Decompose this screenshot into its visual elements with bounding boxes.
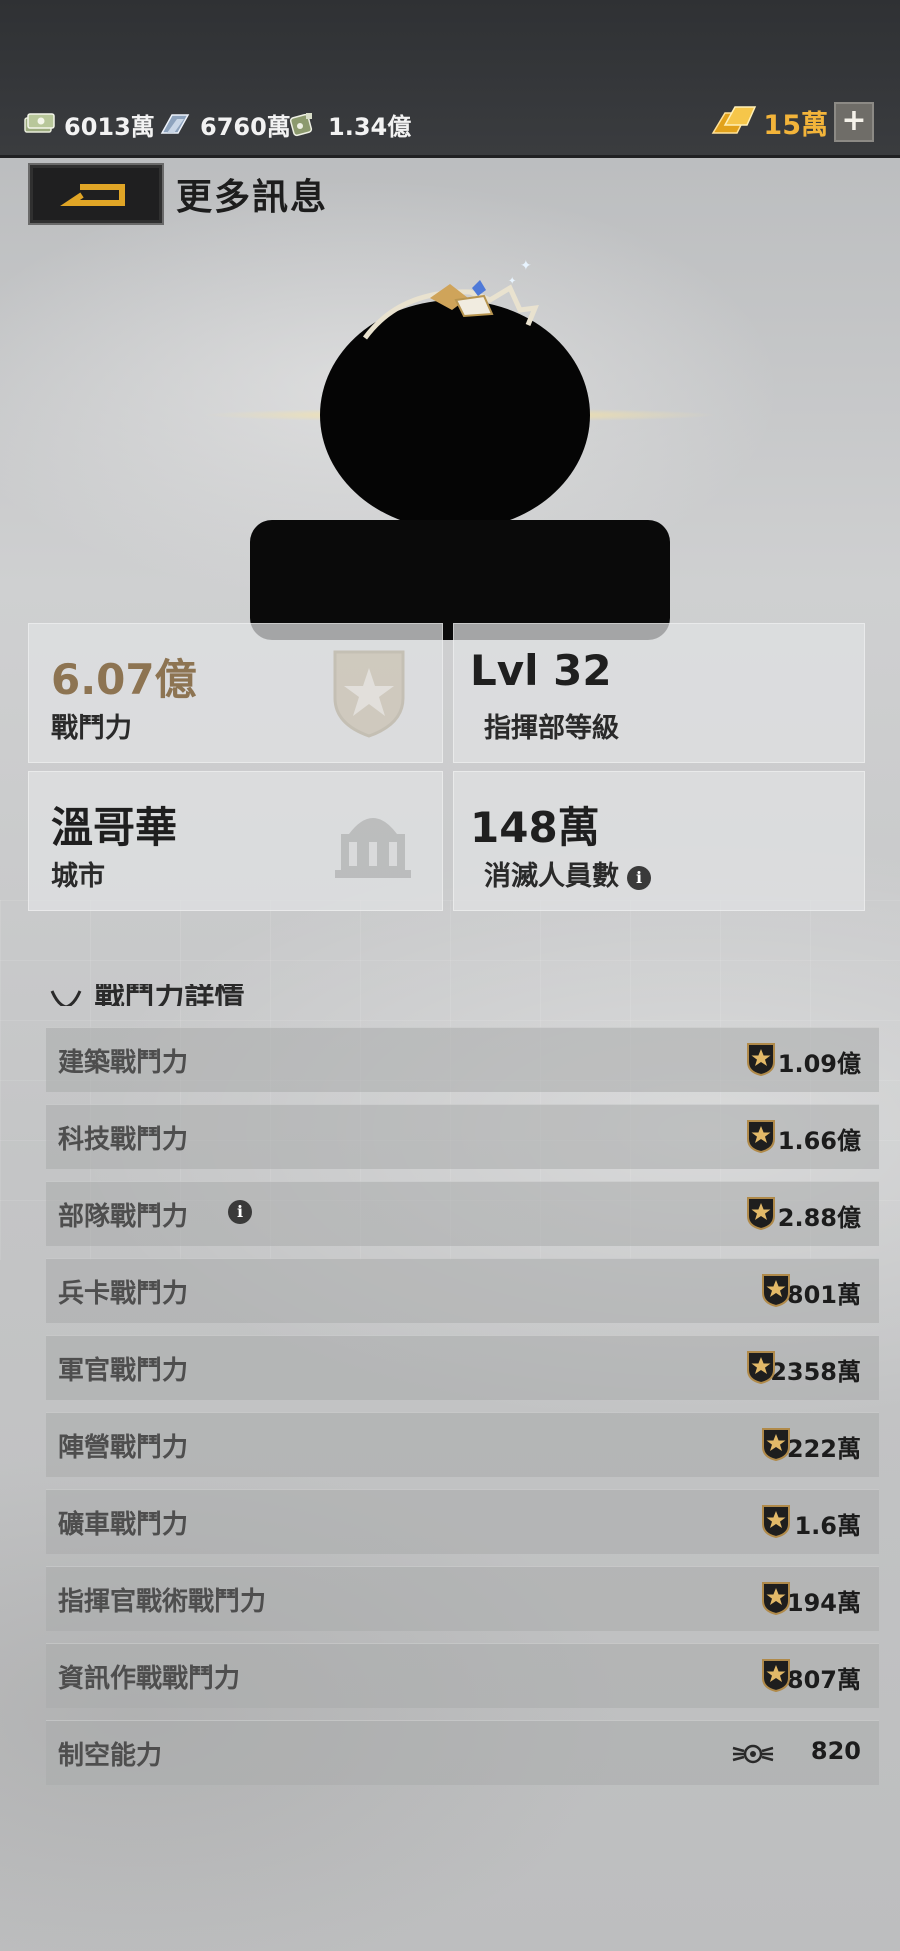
row-value: 222萬 (786, 1435, 861, 1463)
power-detail-row[interactable]: 部隊戰鬥力 i 2.88億 (46, 1181, 879, 1246)
power-value: 6.07億 (51, 655, 197, 704)
power-detail-row[interactable]: 兵卡戰鬥力 801萬 (46, 1258, 879, 1323)
row-value: 194萬 (786, 1589, 861, 1617)
row-label: 科技戰鬥力 (58, 1125, 189, 1155)
page-title: 更多訊息 (176, 177, 329, 218)
power-shield-icon (333, 650, 405, 738)
kills-label: 消滅人員數 (484, 861, 619, 892)
star-badge-icon (762, 1582, 790, 1615)
row-value: 820 (810, 1737, 861, 1765)
steel-icon (160, 114, 190, 134)
row-label: 軍官戰鬥力 (58, 1356, 189, 1386)
row-value: 1.09億 (777, 1050, 861, 1078)
city-value: 溫哥華 (51, 803, 178, 852)
details-title: 戰鬥力詳情 (48, 984, 244, 1006)
kills-value: 148萬 (470, 803, 600, 852)
cash-icon (24, 113, 55, 133)
row-label: 制空能力 (58, 1741, 163, 1771)
power-detail-row[interactable]: 指揮官戰術戰鬥力 194萬 (46, 1566, 879, 1631)
power-detail-row[interactable]: 陣營戰鬥力 222萬 (46, 1412, 879, 1477)
gold-bars-icon (712, 106, 757, 134)
gold-amount: 15萬 (763, 109, 828, 141)
city-label: 城市 (51, 861, 105, 892)
power-label: 戰鬥力 (51, 713, 132, 744)
back-arrow-icon (60, 184, 125, 206)
city-hall-icon (335, 818, 411, 878)
power-detail-row[interactable]: 制空能力 820 (46, 1720, 879, 1785)
sparkle-icon: ✦ (520, 258, 532, 274)
level-value: Lvl 32 (470, 646, 612, 695)
power-detail-row[interactable]: 科技戰鬥力 1.66億 (46, 1104, 879, 1169)
oil-amount: 1.34億 (328, 112, 412, 141)
steel-amount: 6760萬 (200, 112, 291, 141)
row-label: 礦車戰鬥力 (58, 1510, 189, 1540)
level-label: 指揮部等級 (484, 713, 619, 744)
resource-cash[interactable]: 6013萬 (22, 106, 155, 142)
row-label: 陣營戰鬥力 (58, 1433, 189, 1463)
details-title-text: 戰鬥力詳情 (94, 984, 245, 1006)
resource-steel[interactable]: 6760萬 (158, 106, 291, 142)
sparkle-icon: ✦ (508, 276, 517, 287)
star-badge-icon (747, 1043, 775, 1076)
star-badge-icon (747, 1120, 775, 1153)
power-detail-row[interactable]: 礦車戰鬥力 1.6萬 (46, 1489, 879, 1554)
row-label: 建築戰鬥力 (58, 1048, 189, 1078)
info-icon[interactable]: i (627, 865, 651, 890)
star-badge-icon (747, 1351, 775, 1384)
star-badge-icon (747, 1197, 775, 1230)
row-value: 801萬 (786, 1281, 861, 1309)
row-label: 兵卡戰鬥力 (58, 1279, 189, 1309)
row-value: 1.66億 (777, 1127, 861, 1155)
level-card: Lvl 32 指揮部等級 (453, 623, 865, 763)
air-wing-icon (732, 1744, 774, 1764)
player-name-redacted (250, 520, 670, 640)
wreath-icon (50, 989, 82, 1006)
row-value: 2358萬 (770, 1358, 861, 1386)
gold-balance[interactable]: 15萬 + (711, 100, 874, 144)
power-detail-row[interactable]: 軍官戰鬥力 2358萬 (46, 1335, 879, 1400)
kills-card: 148萬 消滅人員數 i (453, 771, 865, 911)
star-badge-icon (762, 1505, 790, 1538)
avatar-frame-ornament-icon (362, 280, 539, 340)
power-detail-row[interactable]: 資訊作戰戰鬥力 807萬 (46, 1643, 879, 1708)
resource-oil[interactable]: 1.34億 (286, 106, 411, 142)
row-value: 1.6萬 (794, 1512, 861, 1540)
info-icon[interactable]: i (228, 1200, 252, 1224)
kills-label-wrap: 消滅人員數 i (484, 854, 651, 893)
row-value: 2.88億 (777, 1204, 861, 1232)
resource-bar: 6013萬 6760萬 1.34億 15萬 + (0, 0, 900, 158)
star-badge-icon (762, 1659, 790, 1692)
row-label: 資訊作戰戰鬥力 (58, 1664, 241, 1694)
row-value: 807萬 (786, 1666, 861, 1694)
back-button[interactable] (28, 163, 164, 225)
star-badge-icon (762, 1274, 790, 1307)
power-detail-row[interactable]: 建築戰鬥力 1.09億 (46, 1027, 879, 1092)
row-label: 指揮官戰術戰鬥力 (58, 1587, 267, 1617)
add-gold-button[interactable]: + (834, 102, 874, 142)
oil-icon (289, 113, 313, 137)
cash-amount: 6013萬 (64, 112, 155, 141)
star-badge-icon (762, 1428, 790, 1461)
power-card: 6.07億 戰鬥力 (28, 623, 443, 763)
city-card: 溫哥華 城市 (28, 771, 443, 911)
row-label: 部隊戰鬥力 (58, 1202, 189, 1232)
